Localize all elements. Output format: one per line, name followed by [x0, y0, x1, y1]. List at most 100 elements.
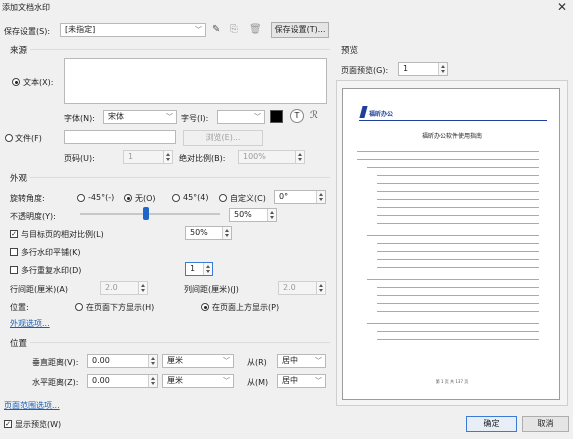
close-icon[interactable]: ✕: [557, 0, 567, 14]
vertical-unit-select[interactable]: 厘米 ﹀: [162, 354, 234, 368]
opacity-slider-thumb[interactable]: [143, 207, 149, 220]
rotation-45-label: 45°(4): [183, 193, 209, 202]
absolute-scale-stepper[interactable]: 100%: [238, 150, 305, 164]
row-spacing-stepper[interactable]: 2.0: [100, 281, 148, 295]
delete-preset-icon[interactable]: 🗑: [249, 25, 262, 35]
ok-button[interactable]: 确定: [466, 416, 517, 432]
doc-toc-line: [377, 267, 539, 268]
text-format-icon[interactable]: T: [290, 109, 304, 123]
opacity-stepper[interactable]: 50%: [229, 208, 277, 222]
file-option-label: 文件(F): [15, 134, 42, 143]
file-path-input[interactable]: [64, 130, 176, 144]
page-number-stepper[interactable]: 1: [123, 150, 173, 164]
rotation-custom-label: 自定义(C): [230, 194, 266, 203]
edit-preset-icon[interactable]: ✎: [212, 25, 220, 35]
presets-label: 保存设置(S):: [4, 27, 51, 36]
absolute-scale-label: 绝对比例(B):: [179, 154, 226, 163]
font-select-value: 宋体: [108, 112, 124, 121]
copy-preset-icon[interactable]: ⎘: [230, 25, 238, 35]
doc-toc-line: [367, 235, 539, 236]
spin-arrows-icon[interactable]: [203, 263, 212, 275]
browse-button[interactable]: 浏览(E)...: [183, 130, 263, 146]
doc-footer: 第 1 页 共 137 页: [435, 379, 469, 384]
horizontal-distance-stepper[interactable]: 0.00: [87, 374, 158, 388]
chevron-down-icon: ﹀: [195, 26, 202, 34]
chevron-down-icon: ﹀: [223, 357, 230, 365]
relative-scale-checkbox[interactable]: ✓: [10, 230, 18, 238]
position-above-radio[interactable]: [201, 303, 209, 311]
vertical-from-select[interactable]: 居中 ﹀: [277, 354, 326, 368]
page-number-label: 页码(U):: [64, 154, 95, 163]
doc-toc-line: [377, 311, 539, 312]
spin-arrows-icon[interactable]: [222, 227, 231, 239]
opacity-value: 50%: [234, 210, 252, 219]
spin-arrows-icon[interactable]: [138, 282, 147, 294]
font-size-select[interactable]: ﹀: [217, 110, 265, 124]
rotation-neg45-radio[interactable]: [77, 194, 85, 202]
file-option-radio[interactable]: [5, 134, 13, 142]
doc-toc-line: [377, 183, 539, 184]
doc-toc-line: [377, 295, 539, 296]
preview-page: 福昕办公 福昕办公软件使用指南 第 1 页 共 137 页: [342, 88, 560, 400]
page-range-link[interactable]: 页面范围选项...: [4, 400, 60, 411]
doc-toc-line: [377, 243, 539, 244]
window-title: 添加文档水印: [2, 3, 50, 12]
spin-arrows-icon[interactable]: [316, 282, 325, 294]
spin-arrows-icon[interactable]: [438, 63, 447, 75]
tile-watermark-checkbox[interactable]: [10, 248, 18, 256]
preview-page-value: 1: [403, 64, 409, 73]
col-spacing-value: 2.0: [283, 283, 296, 292]
doc-toc-line: [357, 159, 539, 160]
horizontal-from-label: 从(M): [247, 378, 269, 387]
layer-position-label: 位置:: [10, 303, 29, 312]
opacity-label: 不透明度(Y):: [10, 212, 56, 221]
text-option-radio[interactable]: [12, 78, 20, 86]
opacity-slider-track[interactable]: [80, 213, 220, 215]
chevron-down-icon: ﹀: [166, 113, 173, 121]
repeat-count-stepper[interactable]: 1: [185, 262, 213, 276]
rotation-none-label: 无(O): [135, 194, 156, 203]
repeat-count-value: 1: [190, 264, 196, 273]
relative-scale-stepper[interactable]: 50%: [185, 226, 232, 240]
font-select[interactable]: 宋体 ﹀: [103, 110, 177, 124]
position-below-radio[interactable]: [75, 303, 83, 311]
horizontal-unit-select[interactable]: 厘米 ﹀: [162, 374, 234, 388]
col-spacing-label: 列间距(厘米)(J): [184, 285, 239, 294]
preview-page-label: 页面预览(G):: [341, 66, 389, 75]
horizontal-from-select[interactable]: 居中 ﹀: [277, 374, 326, 388]
rotation-custom-stepper[interactable]: 0°: [274, 190, 326, 204]
doc-logo-text: 福昕办公: [369, 111, 394, 118]
doc-toc-line: [377, 207, 539, 208]
font-size-label: 字号(I):: [181, 114, 209, 123]
font-label: 字体(N):: [64, 114, 95, 123]
spin-arrows-icon[interactable]: [267, 209, 276, 221]
show-preview-label: 显示预览(W): [15, 420, 62, 429]
repeat-watermark-checkbox[interactable]: [10, 266, 18, 274]
rotation-none-radio[interactable]: [124, 194, 132, 202]
outline-text-icon[interactable]: ℛ: [310, 111, 318, 121]
spin-arrows-icon[interactable]: [295, 151, 304, 163]
rotation-custom-radio[interactable]: [219, 194, 227, 202]
spin-arrows-icon[interactable]: [316, 191, 325, 203]
preview-page-stepper[interactable]: 1: [398, 62, 448, 76]
cancel-button[interactable]: 取消: [522, 416, 569, 432]
chevron-down-icon: ﹀: [315, 357, 322, 365]
spin-arrows-icon[interactable]: [163, 151, 172, 163]
text-color-swatch[interactable]: [270, 110, 283, 123]
spin-arrows-icon[interactable]: [148, 355, 157, 367]
presets-select[interactable]: [未指定] ﹀: [60, 23, 206, 37]
position-group-title: 位置: [10, 339, 28, 349]
col-spacing-stepper[interactable]: 2.0: [278, 281, 326, 295]
vertical-from-label: 从(R): [247, 358, 267, 367]
rotation-label: 旋转角度:: [10, 194, 45, 203]
vertical-distance-stepper[interactable]: 0.00: [87, 354, 158, 368]
save-settings-button[interactable]: 保存设置(T)...: [271, 22, 329, 38]
repeat-watermark-label: 多行重复水印(D): [21, 266, 82, 275]
watermark-text-area[interactable]: [64, 58, 327, 104]
spin-arrows-icon[interactable]: [148, 375, 157, 387]
appearance-options-link[interactable]: 外观选项...: [10, 318, 50, 329]
tile-watermark-label: 多行水印平铺(K): [21, 248, 81, 257]
rotation-45-radio[interactable]: [172, 194, 180, 202]
show-preview-checkbox[interactable]: ✓: [4, 420, 12, 428]
appearance-divider: [30, 177, 330, 178]
